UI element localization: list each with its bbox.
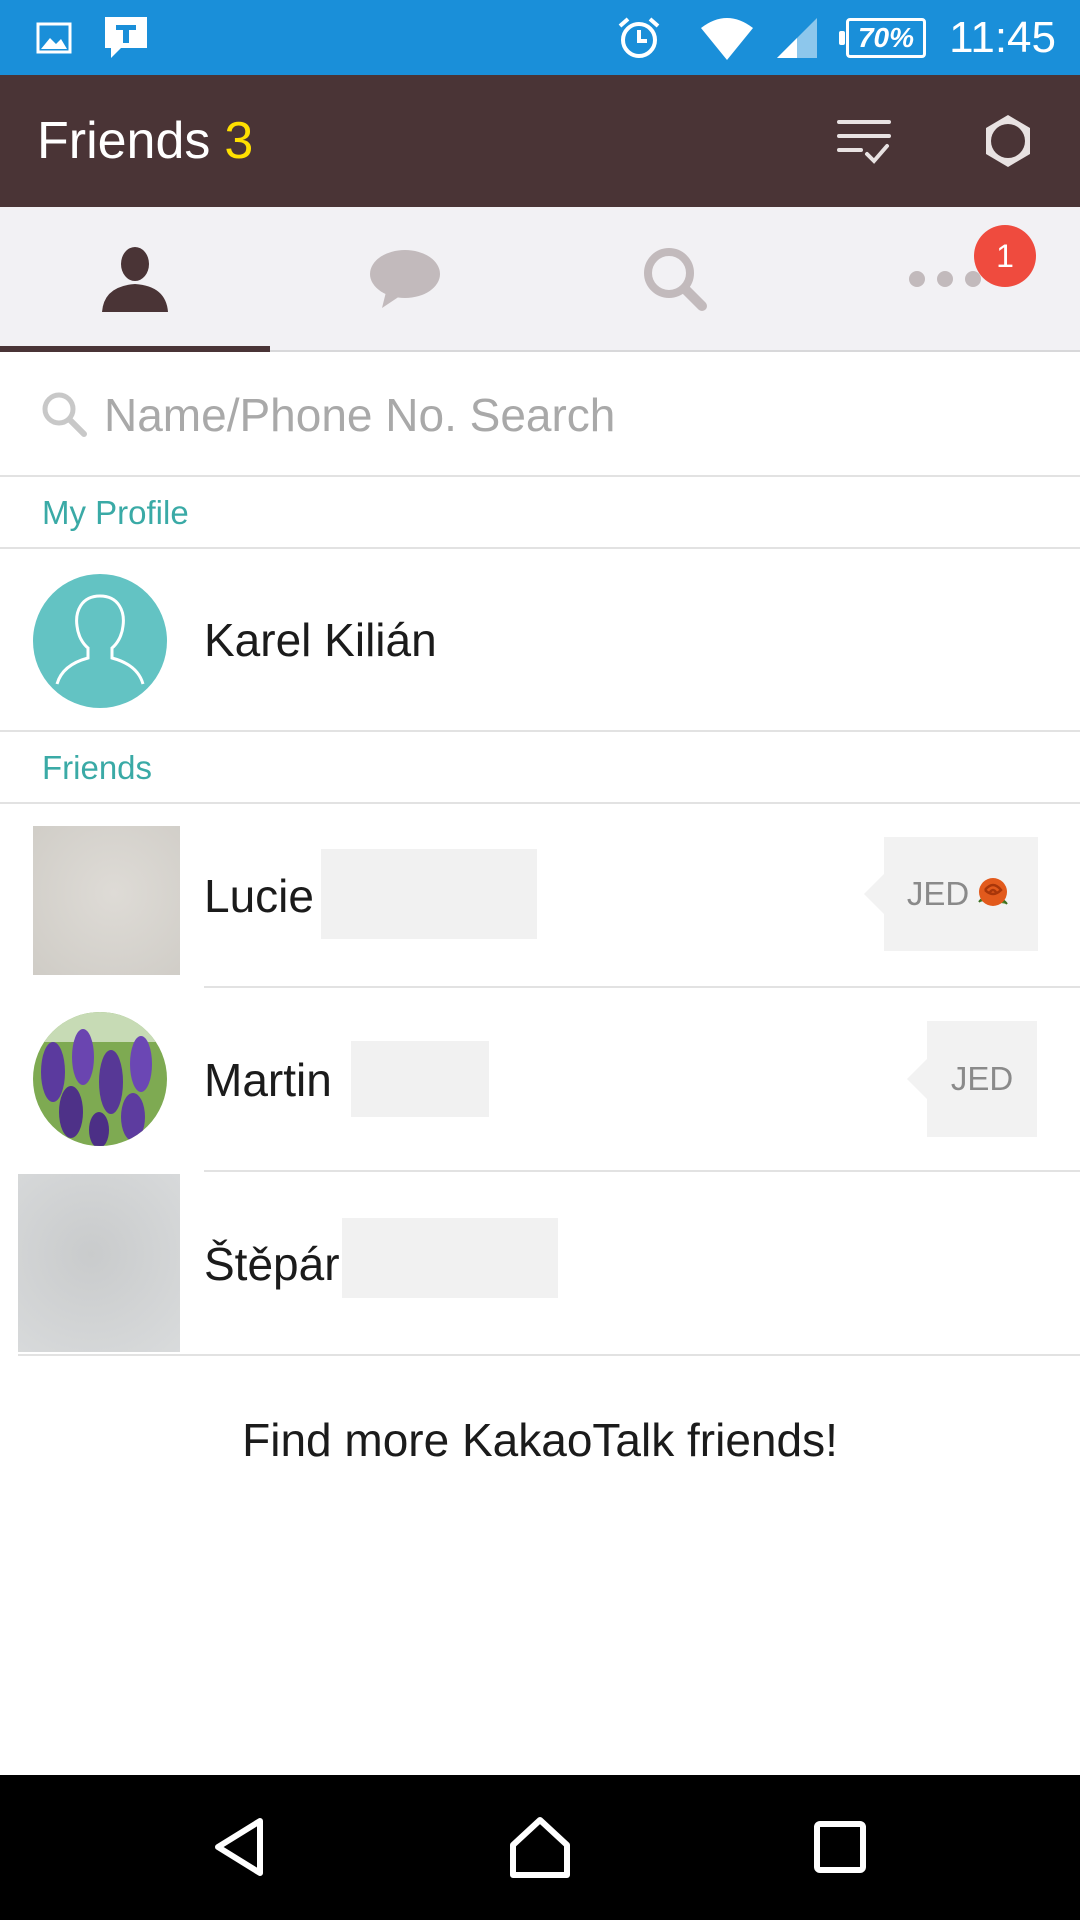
my-profile-name: Karel Kilián: [204, 614, 437, 666]
section-header-friends: Friends: [0, 732, 1080, 804]
notification-badge: 1: [974, 225, 1036, 287]
clock-time: 11:45: [949, 13, 1056, 62]
back-triangle-icon: [215, 1818, 263, 1876]
recents-button[interactable]: [790, 1797, 890, 1897]
section-label: Friends: [42, 749, 153, 786]
rose-icon: [978, 878, 1008, 906]
search-bar: [0, 352, 1080, 477]
chat-bubble-icon: [370, 249, 440, 308]
tab-bar: [0, 207, 1080, 352]
talk-t-icon: [100, 0, 152, 75]
tab-more[interactable]: [810, 207, 1080, 350]
tab-friends[interactable]: [0, 207, 270, 352]
signal-icon: [774, 0, 820, 75]
status-message-text: JED: [950, 1060, 1014, 1097]
app-bar: Friends 3: [0, 75, 1080, 207]
list-end-divider: [18, 1354, 1080, 1356]
edit-list-button[interactable]: [824, 101, 904, 181]
status-message-text: JED: [906, 875, 970, 912]
redacted-surname: [351, 1041, 489, 1117]
friend-row-martin[interactable]: Martin JED: [0, 988, 1080, 1172]
settings-button[interactable]: [968, 101, 1048, 181]
status-message: JED: [864, 837, 1038, 951]
friend-avatar: [33, 826, 180, 975]
friend-avatar: [18, 1174, 180, 1352]
default-avatar: [33, 574, 167, 708]
person-icon: [102, 246, 168, 312]
section-label: My Profile: [42, 494, 189, 531]
search-icon: [42, 392, 87, 437]
edit-list-icon: [837, 120, 891, 164]
navigation-bar: [0, 1775, 1080, 1920]
page-title: Friends 3: [37, 75, 253, 207]
friend-avatar: [33, 1012, 167, 1146]
search-input[interactable]: [104, 372, 1044, 457]
find-more-friends-link[interactable]: Find more KakaoTalk friends!: [0, 1395, 1080, 1485]
battery-icon: 70%: [839, 18, 926, 58]
friend-name: Martin: [204, 1054, 332, 1106]
friend-name: Lucie: [204, 870, 314, 922]
more-dots-icon: [909, 270, 981, 287]
tab-find[interactable]: [540, 207, 810, 350]
friend-name: Štěpár: [204, 1238, 340, 1290]
redacted-surname: [321, 849, 537, 939]
image-icon: [34, 0, 74, 75]
home-button[interactable]: [490, 1797, 590, 1897]
tab-chats[interactable]: [270, 207, 540, 350]
status-bar: 70% 11:45: [0, 0, 1080, 75]
magnifier-icon: [644, 247, 707, 311]
section-header-my-profile: My Profile: [0, 477, 1080, 549]
redacted-surname: [342, 1218, 558, 1298]
status-message: JED: [907, 1021, 1037, 1137]
wifi-icon: [696, 0, 758, 75]
page-title-text: Friends: [37, 112, 211, 170]
back-button[interactable]: [190, 1797, 290, 1897]
recents-square-icon: [814, 1821, 866, 1873]
home-icon: [510, 1817, 570, 1878]
friend-row-lucie[interactable]: Lucie JED: [0, 804, 1080, 988]
alarm-icon: [612, 0, 666, 75]
friend-row-stepar[interactable]: Štěpár: [0, 1172, 1080, 1356]
settings-gear-icon: [986, 115, 1030, 167]
friend-count: 3: [224, 112, 254, 170]
my-profile-row[interactable]: Karel Kilián: [0, 549, 1080, 732]
